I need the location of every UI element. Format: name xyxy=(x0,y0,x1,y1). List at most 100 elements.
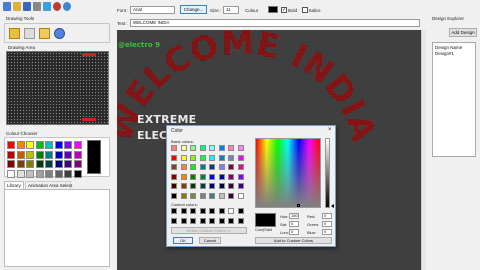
basic-color-swatch[interactable] xyxy=(180,164,187,170)
colour-swatch[interactable] xyxy=(45,141,53,149)
change-font-button[interactable]: Change... xyxy=(180,5,207,14)
delete-icon[interactable] xyxy=(43,2,51,11)
colour-swatch[interactable] xyxy=(7,169,15,178)
colour-swatch[interactable] xyxy=(54,150,63,159)
basic-color-swatch[interactable] xyxy=(209,145,215,151)
save-icon[interactable] xyxy=(23,2,31,11)
blue-field[interactable]: 0 xyxy=(322,229,332,235)
colour-swatch[interactable] xyxy=(16,141,25,149)
sat-field[interactable]: 0 xyxy=(289,221,299,227)
add-to-custom-colors-button[interactable]: Add to Custom Colors xyxy=(255,237,332,244)
basic-color-swatch[interactable] xyxy=(180,183,187,189)
basic-color-swatch[interactable] xyxy=(190,145,196,151)
colour-swatch[interactable] xyxy=(45,150,53,159)
basic-color-swatch[interactable] xyxy=(190,192,196,199)
fill-icon[interactable] xyxy=(39,28,50,39)
cancel-button[interactable]: Cancel xyxy=(199,237,221,244)
colour-swatch[interactable] xyxy=(26,150,34,159)
canvas-scrollbar[interactable] xyxy=(421,30,426,270)
colour-swatch[interactable] xyxy=(7,150,15,159)
basic-color-swatch[interactable] xyxy=(171,154,177,161)
basic-color-swatch[interactable] xyxy=(228,145,234,151)
italics-checkbox[interactable] xyxy=(302,7,308,13)
colour-swatch[interactable] xyxy=(16,150,25,159)
custom-color-swatch[interactable] xyxy=(228,217,234,224)
basic-color-swatch[interactable] xyxy=(190,183,196,189)
lum-field[interactable]: 0 xyxy=(289,229,299,235)
custom-color-swatch[interactable] xyxy=(199,217,206,224)
basic-color-swatch[interactable] xyxy=(237,183,244,189)
colour-swatch[interactable] xyxy=(26,160,34,168)
colour-swatch[interactable] xyxy=(64,169,72,178)
basic-color-swatch[interactable] xyxy=(180,154,187,161)
define-custom-colors-button[interactable]: Define Custom Colors >> xyxy=(171,227,247,234)
line-icon[interactable] xyxy=(24,28,35,39)
colour-swatch[interactable] xyxy=(54,141,63,149)
basic-color-swatch[interactable] xyxy=(199,164,206,170)
custom-color-swatch[interactable] xyxy=(237,208,244,214)
colour-swatch[interactable] xyxy=(45,160,53,168)
font-field[interactable]: Arial xyxy=(130,6,175,14)
luminance-arrow-icon[interactable] xyxy=(331,204,334,208)
basic-color-swatch[interactable] xyxy=(218,145,225,151)
basic-color-swatch[interactable] xyxy=(199,183,206,189)
close-icon[interactable]: × xyxy=(328,127,332,133)
basic-color-swatch[interactable] xyxy=(171,164,177,170)
basic-color-swatch[interactable] xyxy=(237,145,244,151)
basic-color-swatch[interactable] xyxy=(199,192,206,199)
list-item[interactable]: Design Name xyxy=(433,43,475,50)
basic-color-swatch[interactable] xyxy=(209,154,215,161)
colour-swatch[interactable] xyxy=(35,150,44,159)
custom-color-swatch[interactable] xyxy=(237,217,244,224)
colour-swatch[interactable] xyxy=(35,141,44,149)
colour-swatch[interactable] xyxy=(64,160,72,168)
ok-button[interactable]: OK xyxy=(173,237,193,244)
add-design-button[interactable]: Add Design xyxy=(449,28,477,37)
basic-color-swatch[interactable] xyxy=(228,173,234,180)
colour-swatch[interactable] xyxy=(54,169,63,178)
basic-color-swatch[interactable] xyxy=(171,145,177,151)
green-field[interactable]: 0 xyxy=(322,221,332,227)
custom-color-swatch[interactable] xyxy=(171,217,177,224)
colour-swatch[interactable] xyxy=(35,169,44,178)
help-icon[interactable] xyxy=(63,2,71,11)
colour-swatch[interactable] xyxy=(268,6,278,13)
custom-color-swatch[interactable] xyxy=(190,217,196,224)
basic-color-swatch[interactable] xyxy=(171,192,177,199)
basic-color-swatch[interactable] xyxy=(199,173,206,180)
colour-swatch[interactable] xyxy=(7,160,15,168)
color-spectrum[interactable] xyxy=(255,138,321,208)
custom-color-swatch[interactable] xyxy=(190,208,196,214)
colour-swatch[interactable] xyxy=(7,141,15,149)
colour-swatch[interactable] xyxy=(73,150,82,159)
colour-swatch[interactable] xyxy=(64,150,72,159)
colour-swatch[interactable] xyxy=(73,141,82,149)
colour-swatch[interactable] xyxy=(35,160,44,168)
basic-color-swatch[interactable] xyxy=(199,154,206,161)
tab-animation-area[interactable]: Animation Area Select xyxy=(25,181,72,189)
basic-color-swatch[interactable] xyxy=(218,154,225,161)
basic-color-swatch[interactable] xyxy=(190,154,196,161)
basic-color-swatch[interactable] xyxy=(180,192,187,199)
basic-color-swatch[interactable] xyxy=(237,173,244,180)
basic-color-swatch[interactable] xyxy=(228,154,234,161)
export-icon[interactable] xyxy=(53,2,61,11)
basic-color-swatch[interactable] xyxy=(218,192,225,199)
colour-swatch[interactable] xyxy=(45,169,53,178)
luminance-bar[interactable] xyxy=(325,138,330,208)
colour-swatch[interactable] xyxy=(26,141,34,149)
basic-color-swatch[interactable] xyxy=(190,173,196,180)
basic-color-swatch[interactable] xyxy=(228,192,234,199)
custom-color-swatch[interactable] xyxy=(228,208,234,214)
colour-swatch[interactable] xyxy=(73,169,82,178)
colour-swatch[interactable] xyxy=(73,160,82,168)
custom-color-swatch[interactable] xyxy=(199,208,206,214)
tab-library[interactable]: Library xyxy=(4,181,24,189)
basic-color-swatch[interactable] xyxy=(218,164,225,170)
cut-icon[interactable] xyxy=(33,2,41,11)
custom-color-swatch[interactable] xyxy=(171,208,177,214)
basic-color-swatch[interactable] xyxy=(209,164,215,170)
basic-color-swatch[interactable] xyxy=(180,173,187,180)
basic-color-swatch[interactable] xyxy=(237,154,244,161)
custom-color-swatch[interactable] xyxy=(218,217,225,224)
